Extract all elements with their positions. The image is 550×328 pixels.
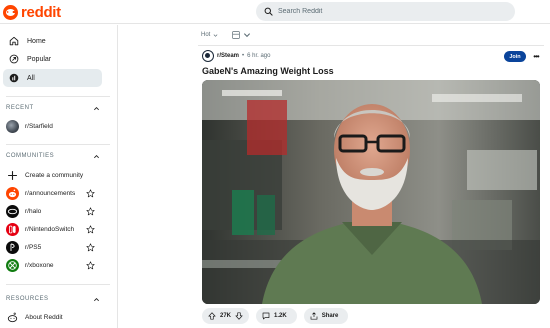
sort-dropdown[interactable]: Hot: [201, 32, 218, 38]
nintendoswitch-avatar: [6, 223, 19, 236]
comment-count: 1.2K: [274, 313, 287, 319]
resource-item-label: About Reddit: [25, 314, 63, 321]
post-title[interactable]: GabeN's Amazing Weight Loss: [202, 66, 334, 76]
create-community-button[interactable]: Create a community: [3, 167, 102, 184]
share-button[interactable]: Share: [303, 308, 349, 324]
recent-section-toggle[interactable]: RECENT: [6, 102, 100, 114]
sidebar-divider: [6, 284, 110, 285]
favorite-star-icon[interactable]: [86, 243, 95, 252]
favorite-star-icon[interactable]: [86, 261, 95, 270]
nav-all-label: All: [27, 74, 35, 82]
meta-separator: •: [242, 53, 245, 59]
all-icon: [9, 73, 19, 83]
ps5-avatar: [6, 241, 19, 254]
reddit-snoo-icon: [3, 4, 18, 20]
chevron-down-icon: [244, 33, 251, 38]
sidebar-divider: [6, 96, 110, 97]
community-label: r/PS5: [25, 244, 42, 251]
view-dropdown[interactable]: [232, 31, 251, 39]
nav-all[interactable]: All: [3, 69, 102, 87]
join-button[interactable]: Join: [504, 51, 526, 62]
popular-icon: [9, 54, 19, 64]
community-item-nintendoswitch[interactable]: r/NintendoSwitch: [3, 221, 102, 238]
halo-avatar: [6, 205, 19, 218]
reddit-logo[interactable]: reddit: [3, 2, 61, 22]
post-subreddit[interactable]: r/Steam: [217, 53, 239, 59]
announcements-avatar: [6, 187, 19, 200]
post-time: 6 hr. ago: [247, 53, 271, 59]
xboxone-avatar: [6, 259, 19, 272]
chevron-up-icon: [94, 297, 99, 301]
upvote-icon[interactable]: [208, 312, 216, 320]
community-item-xboxone[interactable]: r/xboxone: [3, 257, 102, 274]
more-options-button[interactable]: •••: [530, 51, 542, 62]
search-bar[interactable]: [256, 2, 515, 21]
nav-popular[interactable]: Popular: [3, 50, 102, 68]
search-input[interactable]: [278, 8, 498, 15]
favorite-star-icon[interactable]: [86, 189, 95, 198]
communities-heading: COMMUNITIES: [6, 153, 55, 159]
post-action-bar: 27K 1.2K Share: [202, 308, 355, 324]
post-image[interactable]: [202, 80, 540, 304]
recent-item-starfield[interactable]: r/Starfield: [3, 118, 102, 135]
community-label: r/NintendoSwitch: [25, 226, 75, 233]
chevron-up-icon: [94, 106, 99, 110]
nav-home-label: Home: [27, 37, 46, 45]
comments-button[interactable]: 1.2K: [256, 308, 297, 324]
search-icon: [264, 7, 273, 16]
recent-item-label: r/Starfield: [25, 123, 53, 130]
home-icon: [9, 36, 19, 46]
logo-text: reddit: [21, 3, 61, 21]
left-sidebar: Home Popular All RECENT r/Starfield COMM…: [0, 25, 118, 328]
top-header: reddit: [0, 0, 550, 24]
nav-popular-label: Popular: [27, 55, 52, 63]
downvote-icon[interactable]: [235, 312, 243, 320]
post-photo: [202, 80, 540, 304]
share-icon: [310, 312, 318, 320]
steam-avatar[interactable]: [202, 50, 214, 62]
feed-controls: Hot: [201, 30, 251, 40]
nav-home[interactable]: Home: [3, 32, 102, 50]
community-label: r/xboxone: [25, 262, 54, 269]
community-item-halo[interactable]: r/halo: [3, 203, 102, 220]
chevron-up-icon: [94, 154, 99, 158]
vote-pill: 27K: [202, 308, 250, 324]
reddit-alien-icon: [7, 312, 18, 323]
feed-divider: [198, 45, 544, 46]
plus-icon: [8, 171, 17, 180]
sort-label: Hot: [201, 32, 211, 38]
card-view-icon: [232, 31, 241, 39]
resources-section-toggle[interactable]: RESOURCES: [6, 293, 100, 305]
communities-section-toggle[interactable]: COMMUNITIES: [6, 150, 100, 162]
comment-icon: [262, 312, 270, 320]
favorite-star-icon[interactable]: [86, 225, 95, 234]
resource-item-about[interactable]: About Reddit: [3, 309, 102, 326]
starfield-avatar: [6, 120, 19, 133]
community-label: r/announcements: [25, 190, 76, 197]
share-label: Share: [321, 313, 339, 319]
favorite-star-icon[interactable]: [86, 207, 95, 216]
create-community-label: Create a community: [25, 172, 84, 179]
recent-heading: RECENT: [6, 105, 34, 111]
post-meta: r/Steam • 6 hr. ago: [202, 50, 270, 62]
community-label: r/halo: [25, 208, 42, 215]
vote-count: 27K: [220, 313, 232, 319]
community-item-ps5[interactable]: r/PS5: [3, 239, 102, 256]
resources-heading: RESOURCES: [6, 296, 49, 302]
chevron-down-icon: [213, 33, 218, 37]
community-item-announcements[interactable]: r/announcements: [3, 185, 102, 202]
sidebar-divider: [6, 144, 110, 145]
